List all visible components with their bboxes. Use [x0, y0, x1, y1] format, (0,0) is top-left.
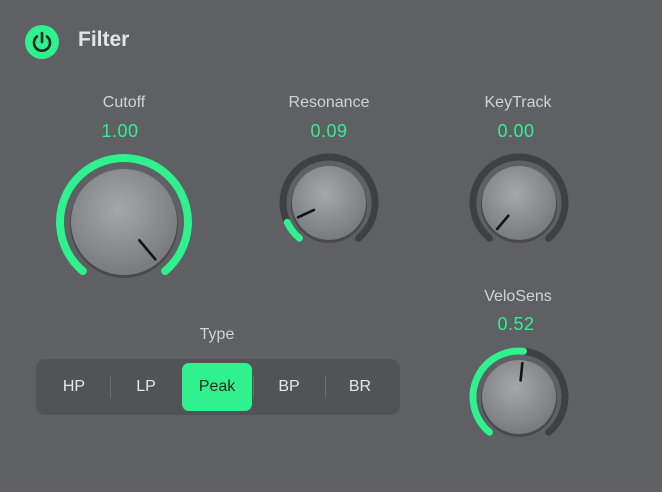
type-label: Type [199, 326, 235, 343]
filter-type-selector: HP LP Peak BP BR [36, 359, 400, 415]
knob-indicator [519, 361, 524, 382]
type-option-bp[interactable]: BP [254, 363, 324, 411]
resonance-knob[interactable] [279, 153, 379, 253]
type-option-peak[interactable]: Peak [182, 363, 252, 411]
velosens-value: 0.52 [497, 314, 535, 334]
type-option-hp[interactable]: HP [39, 363, 109, 411]
panel-title: Filter [78, 28, 130, 51]
power-button[interactable] [25, 25, 59, 59]
keytrack-value: 0.00 [497, 121, 535, 141]
keytrack-knob[interactable] [469, 153, 569, 253]
cutoff-knob[interactable] [54, 152, 194, 292]
resonance-label: Resonance [288, 94, 370, 111]
filter-panel: Filter Cutoff 1.00 Resonance 0.09 KeyTra… [0, 0, 662, 492]
type-option-lp[interactable]: LP [111, 363, 181, 411]
knob-cap [292, 166, 366, 240]
power-icon [32, 31, 52, 52]
velosens-knob[interactable] [469, 347, 569, 447]
cutoff-label: Cutoff [102, 94, 146, 111]
type-option-br[interactable]: BR [325, 363, 395, 411]
knob-cap [71, 169, 177, 275]
keytrack-label: KeyTrack [484, 94, 552, 111]
velosens-label: VeloSens [484, 288, 552, 305]
cutoff-value: 1.00 [101, 121, 139, 141]
knob-cap [482, 166, 556, 240]
resonance-value: 0.09 [310, 121, 348, 141]
knob-cap [482, 360, 556, 434]
